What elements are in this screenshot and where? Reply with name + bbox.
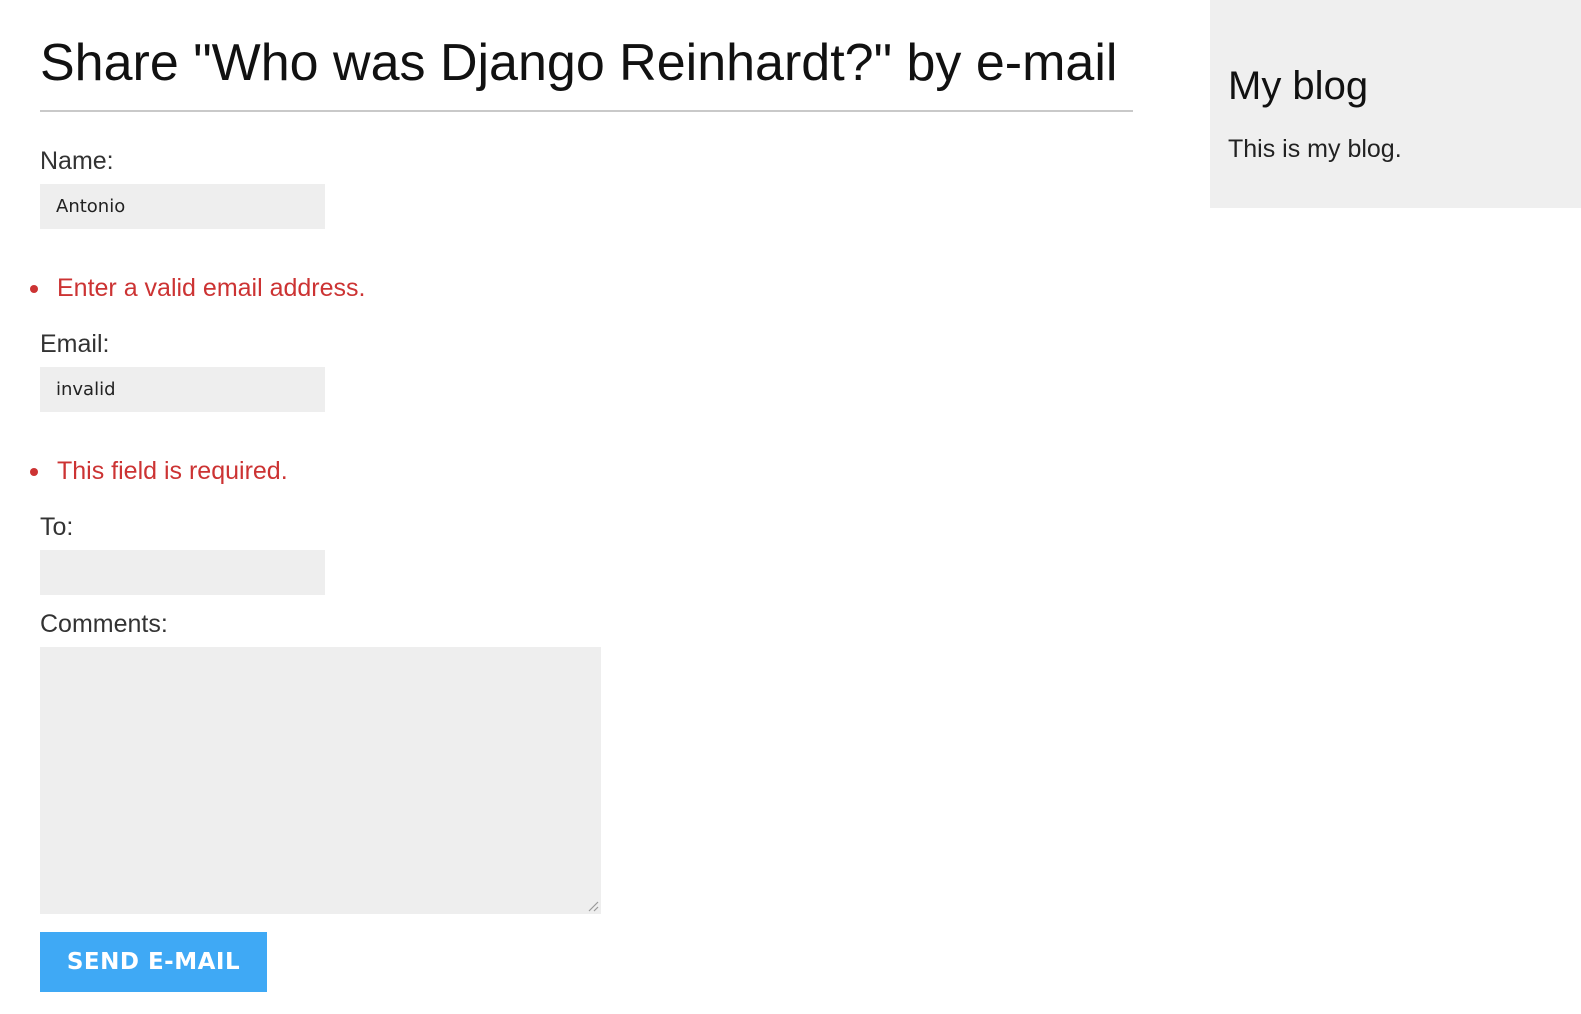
name-label: Name: xyxy=(40,147,114,175)
share-email-form: Name: Enter a valid email address. Email… xyxy=(30,146,1133,992)
sidebar: My blog This is my blog. xyxy=(1210,0,1581,208)
sidebar-title: My blog xyxy=(1228,64,1369,108)
email-error-list: Enter a valid email address. xyxy=(30,273,1133,303)
to-input[interactable] xyxy=(40,550,325,595)
name-input[interactable] xyxy=(40,184,325,229)
to-label: To: xyxy=(40,513,74,541)
error-bullet-icon xyxy=(30,468,38,476)
email-error-item: Enter a valid email address. xyxy=(30,273,1133,303)
resize-handle-icon[interactable] xyxy=(585,898,599,912)
to-error-list: This field is required. xyxy=(30,456,1133,486)
page-title: Share "Who was Django Reinhardt?" by e-m… xyxy=(40,32,1133,112)
email-error-text: Enter a valid email address. xyxy=(57,274,366,302)
comments-wrapper xyxy=(40,647,601,914)
to-error-text: This field is required. xyxy=(57,457,288,485)
sidebar-text: This is my blog. xyxy=(1228,135,1402,163)
send-email-button[interactable]: SEND E-MAIL xyxy=(40,932,267,992)
error-bullet-icon xyxy=(30,285,38,293)
comments-label: Comments: xyxy=(40,610,168,638)
main-content: Share "Who was Django Reinhardt?" by e-m… xyxy=(30,0,1133,992)
to-error-item: This field is required. xyxy=(30,456,1133,486)
email-input[interactable] xyxy=(40,367,325,412)
email-label: Email: xyxy=(40,330,110,358)
comments-textarea[interactable] xyxy=(40,647,601,914)
